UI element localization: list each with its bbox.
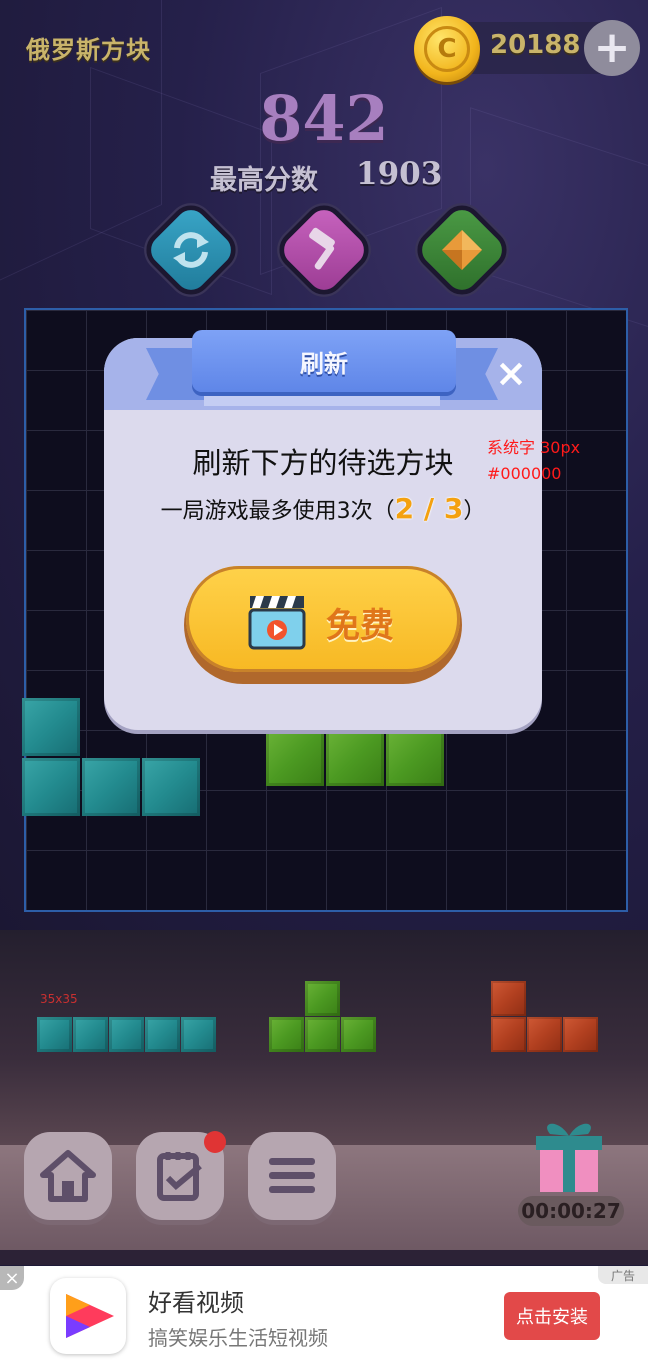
piece-cell [73, 1017, 108, 1052]
piece-cell [491, 981, 526, 1016]
menu-icon [269, 1158, 315, 1193]
board-cell [22, 698, 80, 756]
home-button[interactable] [24, 1132, 112, 1220]
game-title: 俄罗斯方块 [26, 36, 151, 64]
piece-cell [269, 1017, 304, 1052]
ad-close-icon[interactable]: × [0, 1266, 24, 1290]
hammer-tool-button[interactable] [271, 197, 377, 303]
piece-cell [145, 1017, 180, 1052]
piece-cell [109, 1017, 144, 1052]
bomb-diamond-icon [414, 202, 510, 298]
piece-cell [491, 1017, 526, 1052]
piece-cell [563, 1017, 598, 1052]
home-icon [40, 1150, 96, 1202]
app-logo-icon [50, 1278, 126, 1354]
free-button-label: 免费 [326, 606, 394, 646]
size-annotation: 35x35 [40, 992, 78, 1006]
video-clapper-icon [246, 586, 308, 652]
refresh-tool-button[interactable] [138, 197, 244, 303]
usage-limit-prefix: 一局游戏最多使用3次（ [160, 499, 395, 524]
board-cell [82, 758, 140, 816]
dialog-message: 刷新下方的待选方块 [192, 446, 454, 480]
gift-icon [536, 1123, 602, 1192]
piece-cell [181, 1017, 216, 1052]
ad-app-description: 搞笑娱乐生活短视频 [148, 1326, 328, 1350]
board-cell [142, 758, 200, 816]
refresh-icon [143, 202, 239, 298]
font-annotation: 系统字 30px [487, 438, 581, 457]
board-cell [326, 728, 384, 786]
current-score: 842 [259, 82, 389, 155]
hammer-icon [276, 202, 372, 298]
piece-cell [305, 1017, 340, 1052]
color-annotation: #000000 [487, 464, 562, 483]
free-refresh-button[interactable] [186, 566, 460, 672]
gift-timer: 00:00:27 [518, 1196, 624, 1226]
board-cell [386, 728, 444, 786]
usage-limit-suffix: ） [463, 499, 486, 524]
notification-badge [204, 1131, 226, 1153]
piece-cell [37, 1017, 72, 1052]
piece-cell [341, 1017, 376, 1052]
floor-edge [0, 1250, 648, 1265]
dialog-title: 刷新 [300, 349, 348, 378]
checklist-icon [157, 1152, 202, 1201]
best-score-value: 1903 [356, 156, 443, 192]
board-cell [22, 758, 80, 816]
board-cell [266, 728, 324, 786]
usage-limit-text: 一局游戏最多使用3次（2 / 3） [104, 492, 542, 525]
coin-count: 20188 [490, 30, 581, 60]
usage-count: 2 / 3 [394, 492, 464, 525]
best-score-label: 最高分数 [210, 165, 318, 196]
install-button[interactable]: 点击安装 [504, 1292, 600, 1340]
ad-tag: 广告 [598, 1266, 648, 1284]
coin-symbol: C [424, 26, 470, 72]
dialog-ribbon: 刷新 [192, 330, 456, 392]
piece-cell [305, 981, 340, 1016]
piece-cell [527, 1017, 562, 1052]
add-coins-button[interactable]: + [584, 20, 640, 76]
bomb-tool-button[interactable] [409, 197, 515, 303]
menu-button[interactable] [248, 1132, 336, 1220]
close-icon[interactable]: × [488, 350, 534, 396]
ribbon-band [204, 394, 440, 406]
ad-app-name: 好看视频 [148, 1289, 244, 1317]
gift-box-button[interactable] [530, 1114, 608, 1196]
coin-icon: C [414, 16, 480, 82]
